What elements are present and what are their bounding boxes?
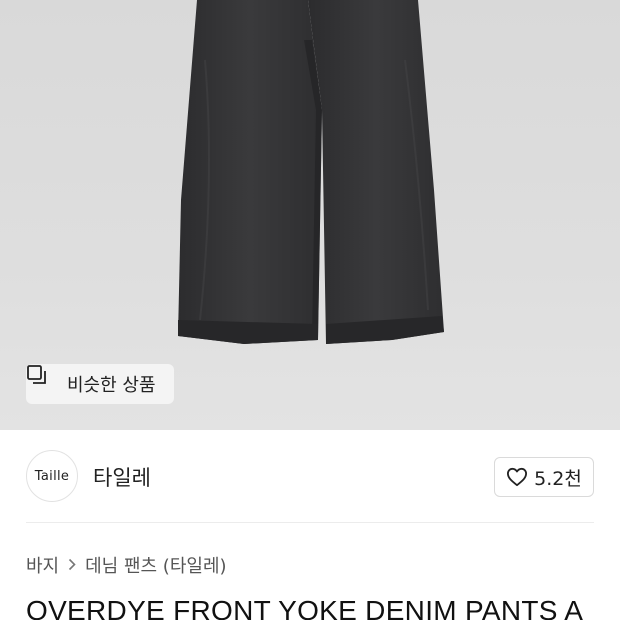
brand-logo-text: Taille (34, 468, 70, 484)
product-title: OVERDYE FRONT YOKE DENIM PANTS A (26, 595, 584, 620)
product-image[interactable]: 비슷한 상품 (0, 0, 620, 430)
breadcrumb-category[interactable]: 바지 (26, 552, 59, 578)
heart-icon (507, 467, 528, 487)
similar-items-button[interactable]: 비슷한 상품 (26, 364, 174, 404)
brand-name[interactable]: 타일레 (93, 462, 151, 492)
similar-items-label: 비슷한 상품 (67, 375, 156, 396)
breadcrumb-subcategory[interactable]: 데님 팬츠 (타일레) (85, 552, 226, 578)
similar-items-icon (27, 365, 61, 395)
breadcrumb: 바지 데님 팬츠 (타일레) (26, 552, 227, 578)
like-button[interactable]: 5.2천 (494, 457, 594, 497)
chevron-right-icon (68, 556, 76, 575)
brand-row: Taille 타일레 5.2천 (0, 430, 620, 524)
like-count: 5.2천 (534, 467, 582, 490)
brand-logo[interactable]: Taille (26, 450, 78, 502)
divider (26, 522, 594, 523)
